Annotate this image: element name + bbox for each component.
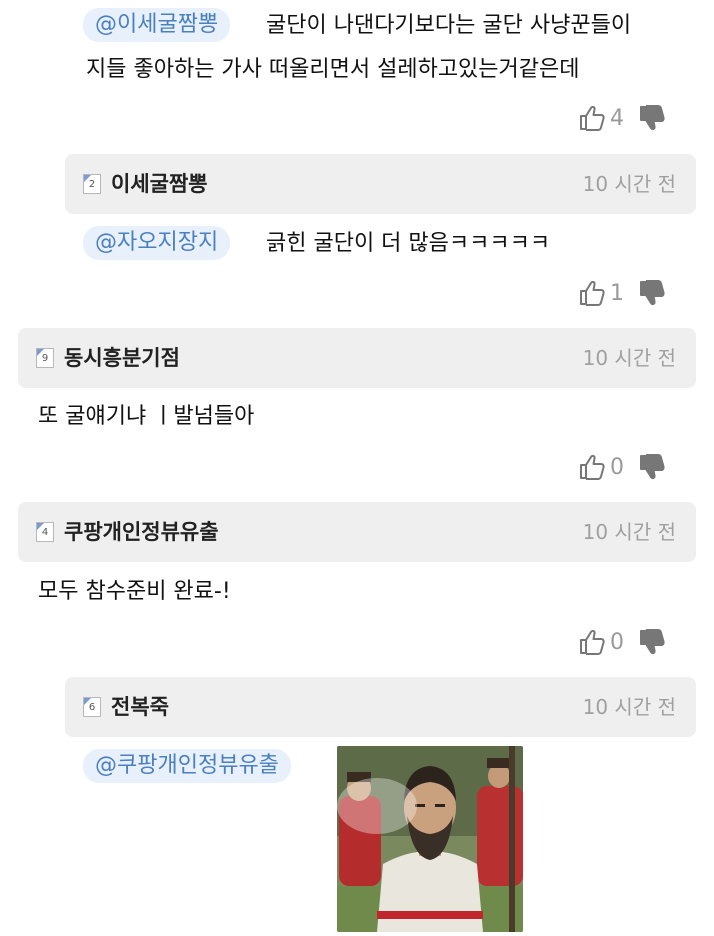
like-count: 0 bbox=[610, 454, 624, 480]
username[interactable]: 전복죽 bbox=[111, 691, 169, 721]
mention-tag[interactable]: @이세굴짬뽕 bbox=[83, 8, 231, 42]
comment-text: 또 굴얘기냐 ㅣ발넘들아 bbox=[38, 404, 255, 429]
reaction-bar: 4 bbox=[578, 102, 666, 134]
thumbs-down-icon[interactable] bbox=[638, 104, 666, 132]
thumbs-down-icon[interactable] bbox=[638, 628, 666, 656]
reaction-bar: 1 bbox=[578, 277, 666, 309]
thumbs-down-icon[interactable] bbox=[638, 453, 666, 481]
like-count: 1 bbox=[610, 280, 624, 306]
thumbs-down-icon[interactable] bbox=[638, 279, 666, 307]
comment-header: 2 이세굴짬뽕 10 시간 전 bbox=[65, 154, 696, 214]
username[interactable]: 동시흥분기점 bbox=[64, 342, 180, 372]
comment-text-line: 지들 좋아하는 가사 떠올리면서 설레하고있는거같은데 bbox=[86, 57, 580, 82]
thumbs-up-icon[interactable] bbox=[578, 104, 606, 132]
username[interactable]: 이세굴짬뽕 bbox=[111, 168, 208, 198]
level-badge-icon: 6 bbox=[83, 697, 101, 717]
mention-tag[interactable]: @자오지장지 bbox=[83, 226, 231, 260]
comment-text: 모두 참수준비 완료-! bbox=[38, 579, 231, 604]
thumbs-up-icon[interactable] bbox=[578, 453, 606, 481]
level-badge-icon: 2 bbox=[83, 174, 101, 194]
timestamp: 10 시간 전 bbox=[582, 172, 676, 196]
like-count: 0 bbox=[610, 629, 624, 655]
thumbs-up-icon[interactable] bbox=[578, 628, 606, 656]
comment-text: 긁힌 굴단이 더 많음ㅋㅋㅋㅋㅋ bbox=[266, 231, 551, 256]
timestamp: 10 시간 전 bbox=[582, 346, 676, 370]
mention-tag[interactable]: @쿠팡개인정뷰유출 bbox=[83, 749, 291, 783]
attached-photo[interactable] bbox=[337, 746, 523, 932]
reaction-bar: 0 bbox=[578, 626, 666, 658]
reaction-bar: 0 bbox=[578, 451, 666, 483]
thumbs-up-icon[interactable] bbox=[578, 279, 606, 307]
comment-text-line: 굴단이 나댄다기보다는 굴단 사냥꾼들이 bbox=[266, 13, 632, 38]
username[interactable]: 쿠팡개인정뷰유출 bbox=[64, 516, 219, 546]
comment-header: 9 동시흥분기점 10 시간 전 bbox=[18, 328, 696, 388]
timestamp: 10 시간 전 bbox=[582, 695, 676, 719]
comment-header: 6 전복죽 10 시간 전 bbox=[65, 677, 696, 737]
timestamp: 10 시간 전 bbox=[582, 520, 676, 544]
comment-header: 4 쿠팡개인정뷰유출 10 시간 전 bbox=[18, 502, 696, 562]
like-count: 4 bbox=[610, 105, 624, 131]
level-badge-icon: 4 bbox=[36, 522, 54, 542]
level-badge-icon: 9 bbox=[36, 348, 54, 368]
